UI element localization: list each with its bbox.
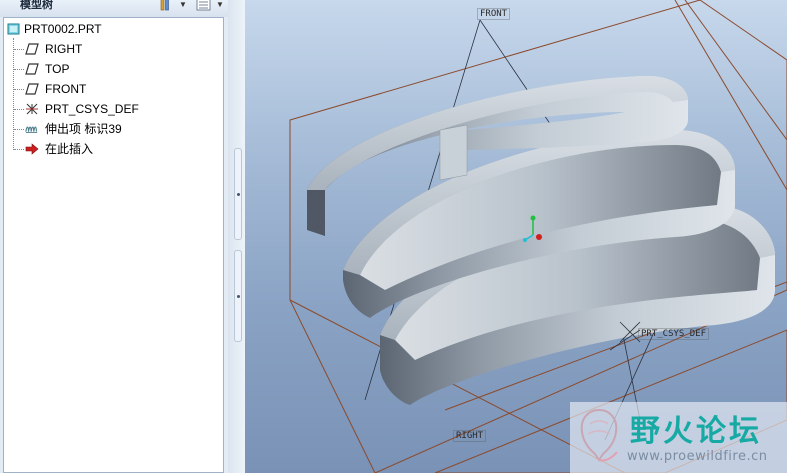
tree-item-label: FRONT	[45, 82, 87, 96]
graphics-viewport[interactable]: FRONT PRT_CSYS_DEF RIGHT 野火论坛 www.proewi…	[245, 0, 787, 473]
tree-item-label: 在此插入	[45, 142, 94, 156]
model-tree-panel: 模型树 ▼ ▼ PRT0002.PRT RIGHT TOP FRONT PRT_…	[0, 0, 228, 473]
watermark-title: 野火论坛	[630, 414, 762, 449]
tree-item-label: 伸出项 标识39	[45, 122, 122, 136]
show-columns-icon[interactable]	[160, 0, 174, 11]
tree-connector	[14, 69, 24, 70]
tree-item-label: PRT_CSYS_DEF	[45, 102, 139, 116]
panel-splitter[interactable]	[228, 0, 245, 473]
tree-settings-icon[interactable]	[196, 0, 211, 11]
tree-item-label: TOP	[45, 62, 70, 76]
helical-protrusion-icon	[25, 126, 38, 133]
tree-connector	[14, 109, 24, 110]
tree-connector	[14, 49, 24, 50]
panel-title: 模型树	[20, 0, 53, 11]
grip-dot-icon	[237, 193, 240, 196]
datum-plane-edge	[684, 0, 787, 141]
model-tree-header: 模型树 ▼ ▼	[0, 0, 228, 17]
part-icon	[7, 23, 20, 35]
grip-dot-icon	[237, 295, 240, 298]
datum-plane-icon	[25, 43, 39, 55]
tree-item-label: RIGHT	[45, 42, 83, 56]
insert-here-arrow-icon	[25, 143, 39, 155]
datum-label-right[interactable]: RIGHT	[453, 430, 487, 442]
datum-label-csys[interactable]: PRT_CSYS_DEF	[638, 328, 710, 340]
datum-plane-icon	[25, 63, 39, 75]
chevron-down-icon[interactable]: ▼	[179, 0, 187, 9]
splitter-grip[interactable]	[234, 250, 242, 342]
tree-connector	[14, 129, 24, 130]
chevron-down-icon[interactable]: ▼	[216, 0, 224, 9]
tree-connector	[13, 38, 14, 150]
datum-plane-icon	[25, 83, 39, 95]
model-tree: PRT0002.PRT RIGHT TOP FRONT PRT_CSYS_DEF…	[3, 17, 224, 473]
coordinate-system-icon	[26, 103, 38, 115]
watermark-url: www.proewildfire.cn	[627, 449, 768, 464]
tree-connector	[14, 149, 24, 150]
splitter-grip[interactable]	[234, 148, 242, 240]
helical-spring-model[interactable]	[307, 75, 775, 405]
tree-item-label: PRT0002.PRT	[24, 22, 102, 36]
tree-connector	[14, 89, 24, 90]
forum-watermark: 野火论坛 www.proewildfire.cn	[570, 402, 787, 473]
datum-label-front[interactable]: FRONT	[477, 8, 511, 20]
forum-logo-icon	[580, 408, 618, 462]
